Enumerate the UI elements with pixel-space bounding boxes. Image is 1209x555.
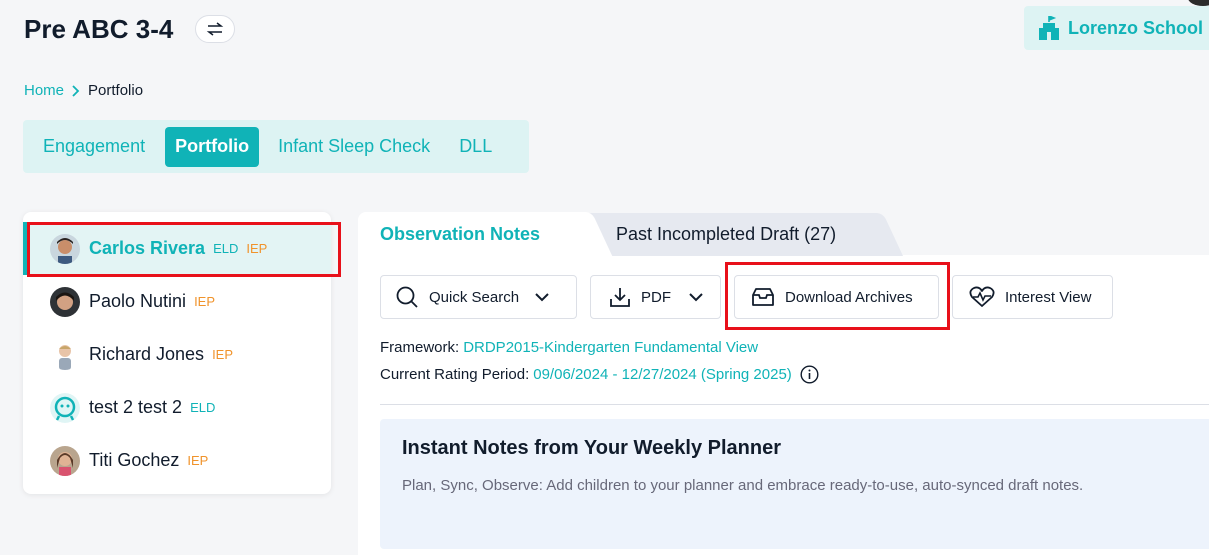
eld-badge: ELD bbox=[190, 400, 216, 415]
planner-card-title: Instant Notes from Your Weekly Planner bbox=[402, 437, 781, 459]
breadcrumb: Home Portfolio bbox=[24, 82, 143, 99]
iep-badge: IEP bbox=[187, 453, 209, 468]
rating-period-line: Current Rating Period: 09/06/2024 - 12/2… bbox=[380, 365, 819, 384]
child-item-test-2[interactable]: test 2 test 2 ELD bbox=[23, 381, 331, 434]
weekly-planner-card: Instant Notes from Your Weekly Planner P… bbox=[380, 419, 1209, 549]
search-icon bbox=[396, 286, 418, 308]
heart-pulse-icon bbox=[969, 286, 995, 307]
tab-engagement[interactable]: Engagement bbox=[33, 127, 155, 167]
info-icon[interactable] bbox=[800, 365, 819, 384]
tab-portfolio[interactable]: Portfolio bbox=[165, 126, 260, 167]
child-name: Richard Jones bbox=[89, 344, 205, 364]
tab-label: Observation Notes bbox=[380, 223, 541, 244]
tab-observation-notes[interactable]: Observation Notes bbox=[358, 212, 590, 256]
chevron-down-icon bbox=[535, 292, 549, 301]
breadcrumb-current: Portfolio bbox=[88, 82, 144, 99]
child-name: Titi Gochez bbox=[89, 450, 180, 470]
switch-class-button[interactable] bbox=[195, 15, 235, 43]
rating-period-label: Current Rating Period: bbox=[380, 366, 530, 383]
pdf-label: PDF bbox=[641, 288, 671, 306]
child-name: Paolo Nutini bbox=[89, 291, 187, 311]
tab-infant-sleep-check[interactable]: Infant Sleep Check bbox=[268, 127, 440, 167]
school-name: Lorenzo School D bbox=[1068, 17, 1209, 38]
framework-line: Framework: DRDP2015-Kindergarten Fundame… bbox=[380, 339, 758, 356]
interest-view-button[interactable]: Interest View bbox=[952, 275, 1113, 319]
child-avatar-default bbox=[50, 392, 80, 423]
annotation-highlight-download-archives bbox=[725, 262, 950, 330]
school-selector[interactable]: Lorenzo School D bbox=[1024, 6, 1209, 50]
chevron-down-icon bbox=[689, 292, 703, 301]
iep-badge: IEP bbox=[212, 347, 234, 362]
annotation-highlight-carlos bbox=[27, 222, 341, 277]
main-tab-bar: Engagement Portfolio Infant Sleep Check … bbox=[23, 120, 529, 173]
child-avatar bbox=[50, 286, 80, 317]
interest-view-label: Interest View bbox=[1005, 288, 1092, 306]
swap-arrows-icon bbox=[206, 22, 224, 36]
framework-label: Framework: bbox=[380, 339, 460, 356]
planner-card-description: Plan, Sync, Observe: Add children to you… bbox=[402, 477, 1084, 494]
child-item-richard-jones[interactable]: Richard Jones IEP bbox=[23, 328, 331, 381]
breadcrumb-home-link[interactable]: Home bbox=[24, 82, 64, 99]
child-name: test 2 test 2 bbox=[89, 397, 183, 417]
page-title: Pre ABC 3-4 bbox=[24, 14, 174, 44]
pdf-dropdown[interactable]: PDF bbox=[590, 275, 721, 319]
child-avatar bbox=[50, 339, 80, 370]
tab-label: Past Incompleted Draft (27) bbox=[616, 224, 837, 244]
chevron-right-icon bbox=[72, 84, 80, 97]
rating-period-value[interactable]: 09/06/2024 - 12/27/2024 (Spring 2025) bbox=[533, 366, 792, 383]
iep-badge: IEP bbox=[194, 294, 216, 309]
tab-past-incompleted-draft[interactable]: Past Incompleted Draft (27) bbox=[578, 213, 883, 256]
child-avatar bbox=[50, 445, 80, 476]
quick-search-dropdown[interactable]: Quick Search bbox=[380, 275, 577, 319]
tab-dll[interactable]: DLL bbox=[449, 127, 502, 167]
download-icon bbox=[610, 288, 630, 307]
divider bbox=[380, 404, 1209, 405]
school-icon bbox=[1039, 16, 1059, 40]
child-item-paolo-nutini[interactable]: Paolo Nutini IEP bbox=[23, 275, 331, 328]
child-item-titi-gochez[interactable]: Titi Gochez IEP bbox=[23, 434, 331, 487]
quick-search-label: Quick Search bbox=[429, 288, 520, 306]
framework-link[interactable]: DRDP2015-Kindergarten Fundamental View bbox=[463, 339, 758, 356]
